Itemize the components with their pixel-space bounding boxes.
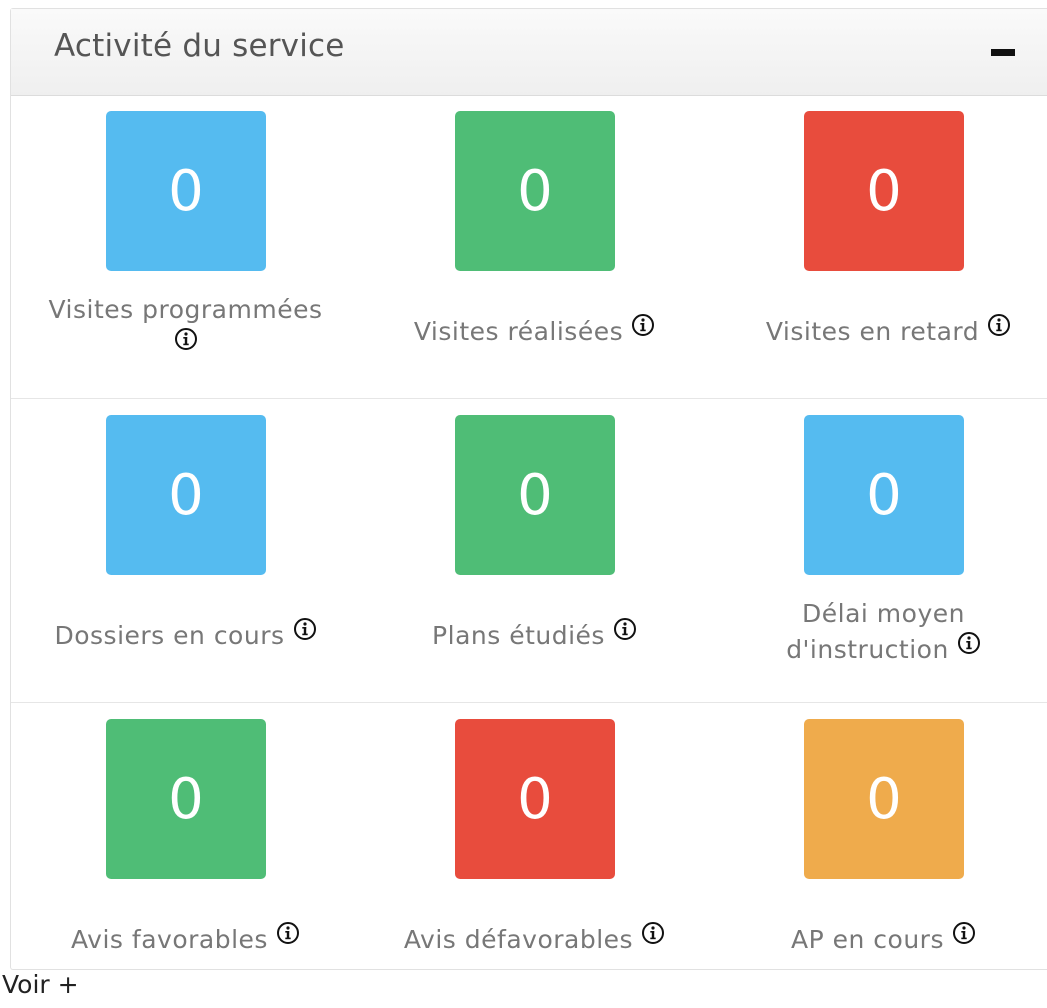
- tile-value-box[interactable]: 0: [804, 111, 964, 271]
- see-more-link[interactable]: Voir +: [2, 970, 79, 999]
- tile-value-box[interactable]: 0: [106, 719, 266, 879]
- tile-value: 0: [517, 766, 553, 832]
- collapse-button[interactable]: [988, 36, 1028, 72]
- tile-value-box[interactable]: 0: [455, 719, 615, 879]
- info-icon[interactable]: [613, 617, 637, 641]
- tile-label-wrap: Plans étudiés: [360, 617, 709, 653]
- panel-title: Activité du service: [54, 28, 345, 64]
- tile-value: 0: [517, 462, 553, 528]
- tile-label-wrap: AP en cours: [709, 921, 1047, 957]
- tile-ap-en-cours: 0 AP en cours: [709, 704, 1047, 1008]
- row-divider: [11, 398, 1047, 399]
- info-icon[interactable]: [276, 921, 300, 945]
- tile-label-wrap: Avis défavorables: [360, 921, 709, 957]
- tile-dossiers-en-cours: 0 Dossiers en cours: [11, 400, 360, 704]
- info-icon[interactable]: [631, 313, 655, 337]
- panel-header: Activité du service: [11, 9, 1047, 96]
- info-icon[interactable]: [957, 631, 981, 655]
- tile-avis-defavorables: 0 Avis défavorables: [360, 704, 709, 1008]
- tile-delai-moyen: 0 Délai moyen d'instruction: [709, 400, 1047, 704]
- tile-value-box[interactable]: 0: [106, 415, 266, 575]
- tile-label: Visites en retard: [765, 317, 980, 346]
- tile-value-box[interactable]: 0: [804, 415, 964, 575]
- stats-row-1: 0 Visites programmées 0 Visites réalisée…: [11, 96, 1047, 400]
- tile-visites-en-retard: 0 Visites en retard: [709, 96, 1047, 400]
- row-divider: [11, 702, 1047, 703]
- tile-label: Dossiers en cours: [54, 621, 285, 650]
- tile-label-wrap: Avis favorables: [11, 921, 360, 957]
- tile-label: Avis défavorables: [403, 925, 634, 954]
- tile-plans-etudies: 0 Plans étudiés: [360, 400, 709, 704]
- tile-value-box[interactable]: 0: [106, 111, 266, 271]
- tile-value: 0: [517, 158, 553, 224]
- tile-label: Visites réalisées: [413, 317, 624, 346]
- tile-label: Visites programmées: [48, 295, 323, 324]
- info-icon[interactable]: [174, 327, 198, 351]
- info-icon[interactable]: [987, 313, 1011, 337]
- tile-label: Plans étudiés: [432, 621, 605, 650]
- tile-value: 0: [168, 766, 204, 832]
- tile-visites-programmees: 0 Visites programmées: [11, 96, 360, 400]
- tile-value-box[interactable]: 0: [455, 415, 615, 575]
- tile-label: AP en cours: [791, 925, 944, 954]
- info-icon[interactable]: [952, 921, 976, 945]
- tile-label: Délai moyen d'instruction: [786, 599, 965, 664]
- tile-label-wrap: Dossiers en cours: [11, 617, 360, 653]
- stats-row-3: 0 Avis favorables 0 Avis défavorables 0 …: [11, 704, 1047, 1008]
- stats-row-2: 0 Dossiers en cours 0 Plans étudiés 0 Dé…: [11, 400, 1047, 704]
- tile-visites-realisees: 0 Visites réalisées: [360, 96, 709, 400]
- info-icon[interactable]: [641, 921, 665, 945]
- tile-value: 0: [866, 158, 902, 224]
- tile-value: 0: [168, 158, 204, 224]
- tile-label: Avis favorables: [71, 925, 268, 954]
- tile-label-wrap: Délai moyen d'instruction: [709, 597, 1047, 667]
- service-activity-panel: Activité du service 0 Visites programmée…: [10, 8, 1047, 970]
- tile-value: 0: [168, 462, 204, 528]
- tile-avis-favorables: 0 Avis favorables: [11, 704, 360, 1008]
- info-icon[interactable]: [293, 617, 317, 641]
- tile-label-wrap: Visites programmées: [11, 293, 360, 363]
- tile-value: 0: [866, 462, 902, 528]
- tile-label-wrap: Visites en retard: [714, 313, 1047, 349]
- minus-icon: [991, 49, 1015, 56]
- tile-label-wrap: Visites réalisées: [360, 313, 709, 349]
- tile-value: 0: [866, 766, 902, 832]
- tile-value-box[interactable]: 0: [804, 719, 964, 879]
- tile-value-box[interactable]: 0: [455, 111, 615, 271]
